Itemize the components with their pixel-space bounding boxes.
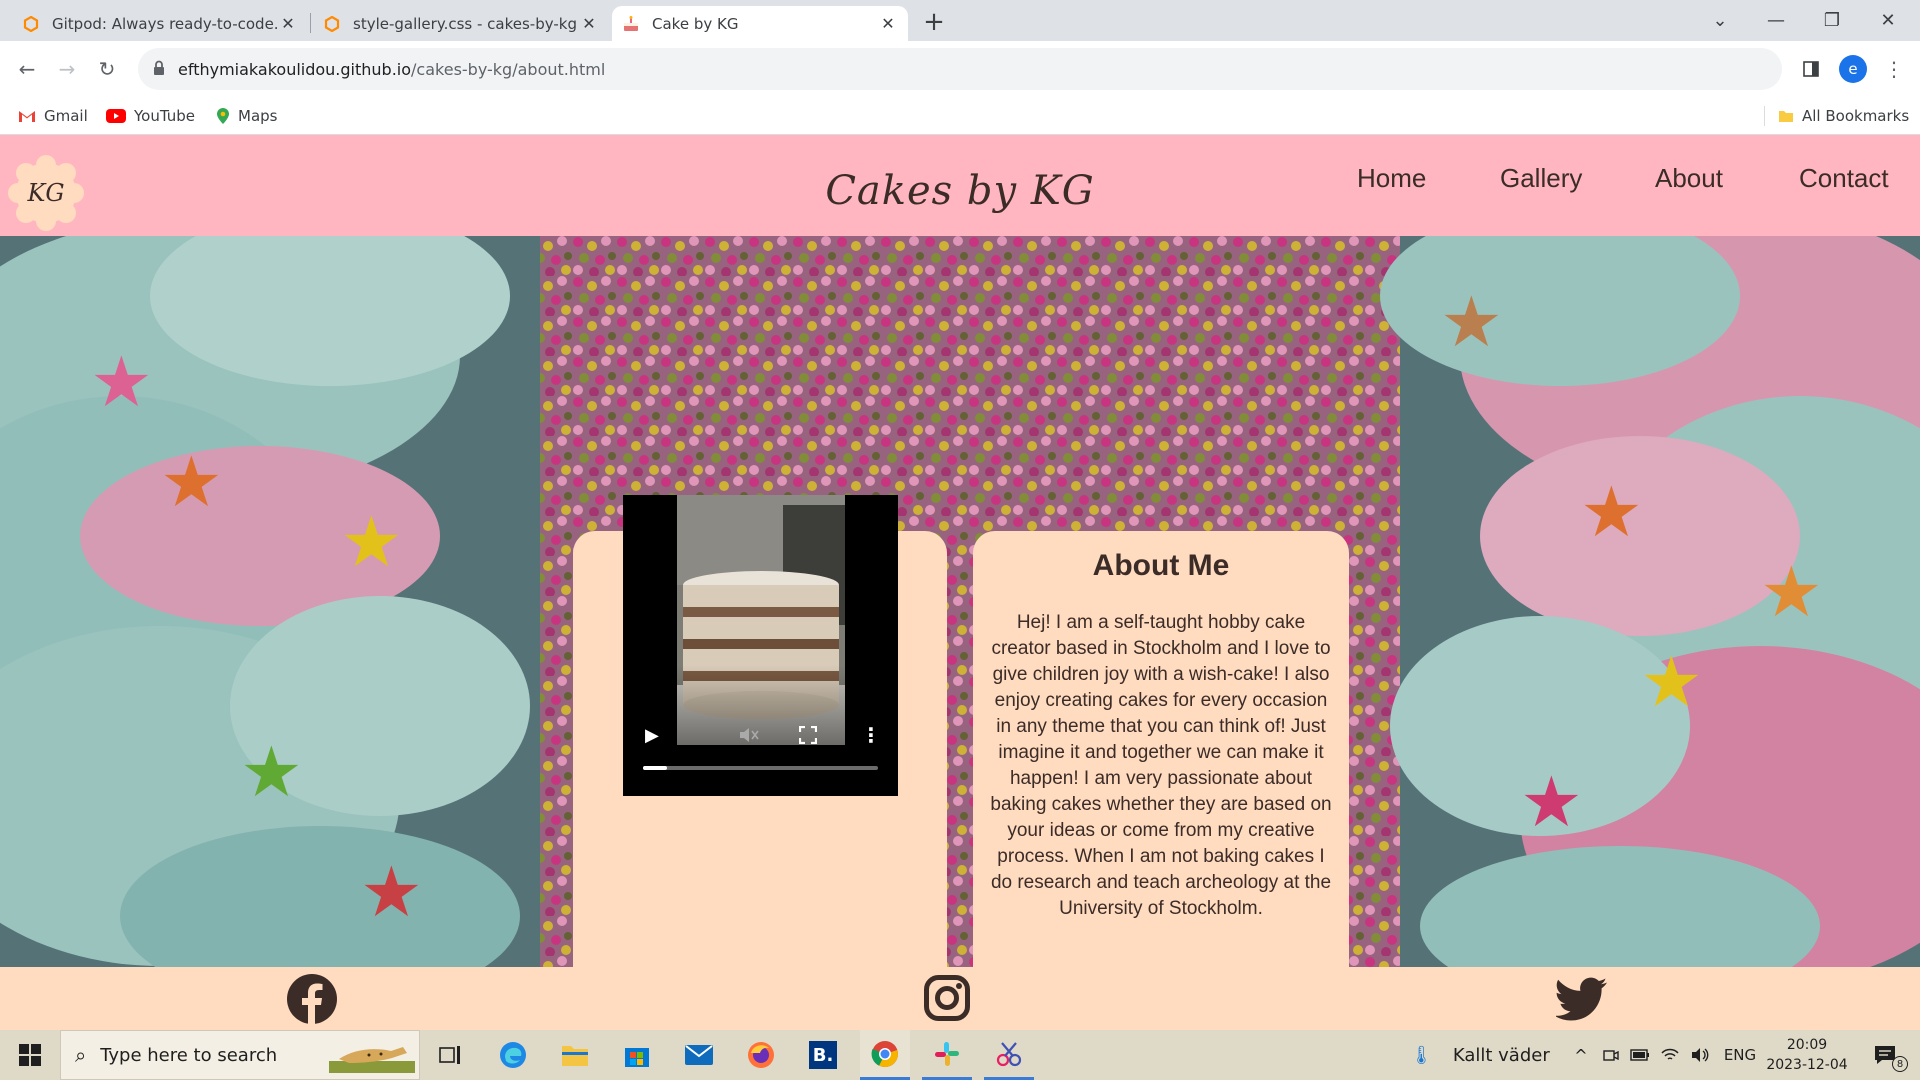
site-brand-title[interactable]: Cakes by KG <box>0 135 1920 236</box>
weather-widget[interactable]: 🌡 Kallt väder <box>1410 1030 1560 1080</box>
weather-text: Kallt väder <box>1452 1044 1550 1066</box>
back-button[interactable]: ← <box>10 52 44 86</box>
lock-icon[interactable] <box>152 60 166 80</box>
windows-taskbar: ⌕ Type here to search B. 🌡 Kallt väder ^… <box>0 1030 1920 1080</box>
tab-cake-by-kg[interactable]: Cake by KG ✕ <box>612 6 908 41</box>
site-logo[interactable]: KG <box>8 155 84 231</box>
battery-icon[interactable] <box>1626 1030 1654 1080</box>
bookmark-gmail[interactable]: Gmail <box>18 97 88 135</box>
tab-title: Gitpod: Always ready-to-code. <box>52 14 278 33</box>
bookmark-label: YouTube <box>134 107 195 125</box>
play-icon[interactable]: ▶ <box>645 725 659 746</box>
forward-button[interactable]: → <box>50 52 84 86</box>
maps-icon <box>216 107 230 125</box>
show-hidden-icons-chevron-icon[interactable]: ^ <box>1568 1030 1594 1080</box>
gitpod-icon <box>22 15 40 33</box>
nav-about[interactable]: About <box>1655 163 1723 194</box>
video-progress-track[interactable] <box>643 766 878 770</box>
logo-text: KG <box>27 179 65 207</box>
close-window-button[interactable]: ✕ <box>1860 0 1916 41</box>
folder-icon <box>1778 108 1794 124</box>
site-footer <box>0 967 1920 1030</box>
url-text[interactable]: efthymiakakoulidou.github.io/cakes-by-kg… <box>178 48 605 90</box>
fullscreen-icon[interactable] <box>798 725 818 748</box>
meet-now-icon[interactable] <box>1598 1030 1624 1080</box>
tab-search-chevron-icon[interactable]: ⌄ <box>1692 0 1748 41</box>
reload-button[interactable]: ↻ <box>90 52 124 86</box>
new-tab-button[interactable]: + <box>920 7 948 37</box>
video-progress-fill <box>643 766 667 770</box>
url-host: efthymiakakoulidou.github.io <box>178 59 412 79</box>
firefox-icon[interactable] <box>736 1030 786 1080</box>
nav-gallery[interactable]: Gallery <box>1500 163 1582 194</box>
booking-app-icon[interactable]: B. <box>798 1030 848 1080</box>
cake-icon <box>622 15 640 33</box>
edge-icon[interactable] <box>488 1030 538 1080</box>
bookmark-maps[interactable]: Maps <box>216 97 277 135</box>
all-bookmarks-button[interactable]: All Bookmarks <box>1778 97 1909 135</box>
url-path: /cakes-by-kg/about.html <box>411 59 606 79</box>
clock-time: 20:09 <box>1786 1037 1828 1053</box>
notification-center-icon[interactable]: 8 <box>1860 1030 1910 1080</box>
about-card: About Me Hej! I am a self-taught hobby c… <box>973 531 1349 967</box>
tab-title: Cake by KG <box>652 14 739 33</box>
address-bar[interactable]: efthymiakakoulidou.github.io/cakes-by-kg… <box>138 48 1782 90</box>
kebab-menu-icon[interactable]: ⋮ <box>1877 52 1911 86</box>
facebook-icon[interactable] <box>286 973 338 1029</box>
browser-tab-strip: Gitpod: Always ready-to-code. ✕ style-ga… <box>0 0 1920 41</box>
tab-title: style-gallery.css - cakes-by-kg - <box>353 14 579 33</box>
bookmark-label: Gmail <box>44 107 88 125</box>
chrome-icon[interactable] <box>860 1030 910 1080</box>
nav-contact[interactable]: Contact <box>1799 163 1889 194</box>
tab-style-gallery[interactable]: style-gallery.css - cakes-by-kg - ✕ <box>313 6 609 41</box>
tab-gitpod[interactable]: Gitpod: Always ready-to-code. ✕ <box>12 6 308 41</box>
hero-background-cake-image: ★ ★ ★ ★ ★ ★ ★ ★ ★ ★ About Me Hej! I am a… <box>0 236 1920 967</box>
volume-icon[interactable] <box>1686 1030 1714 1080</box>
snipping-tool-icon[interactable] <box>984 1030 1034 1080</box>
youtube-icon <box>106 109 126 123</box>
page-viewport: Cakes by KG KG Home Gallery About Contac… <box>0 135 1920 967</box>
file-explorer-icon[interactable] <box>550 1030 600 1080</box>
gitpod-icon <box>323 15 341 33</box>
clock-date: 2023-12-04 <box>1766 1057 1848 1073</box>
gmail-icon <box>18 109 36 123</box>
mail-icon[interactable] <box>674 1030 724 1080</box>
taskbar-search-placeholder: Type here to search <box>100 1044 278 1066</box>
wifi-icon[interactable] <box>1656 1030 1684 1080</box>
restore-button[interactable]: ❐ <box>1804 0 1860 41</box>
slack-icon[interactable] <box>922 1030 972 1080</box>
about-title: About Me <box>1092 549 1230 582</box>
thermometer-icon: 🌡 <box>1410 1044 1433 1066</box>
task-view-icon[interactable] <box>426 1030 474 1080</box>
close-tab-icon[interactable]: ✕ <box>878 14 898 34</box>
about-body-text: Hej! I am a self-taught hobby cake creat… <box>990 612 1332 919</box>
input-language[interactable]: ENG <box>1718 1030 1762 1080</box>
bookmarks-bar: Gmail YouTube Maps All Bookmarks <box>0 97 1920 135</box>
bookmark-youtube[interactable]: YouTube <box>106 97 195 135</box>
profile-avatar[interactable]: e <box>1839 55 1867 83</box>
tab-divider <box>310 13 311 33</box>
video-more-options-icon[interactable]: ⋮ <box>861 723 881 747</box>
side-panel-icon[interactable] <box>1794 52 1828 86</box>
taskbar-clock[interactable]: 20:09 2023-12-04 <box>1764 1030 1850 1080</box>
taskbar-search-box[interactable]: ⌕ Type here to search <box>60 1030 420 1080</box>
twitter-icon[interactable] <box>1554 977 1608 1025</box>
search-highlight-cheetah-icon <box>329 1039 415 1077</box>
instagram-icon[interactable] <box>924 975 970 1025</box>
search-icon: ⌕ <box>75 1043 87 1067</box>
cake-video-player[interactable]: ▶ ⋮ <box>623 495 898 796</box>
notification-count-badge: 8 <box>1892 1056 1908 1072</box>
close-tab-icon[interactable]: ✕ <box>579 14 599 34</box>
all-bookmarks-label: All Bookmarks <box>1802 107 1910 125</box>
mute-icon[interactable] <box>738 725 760 749</box>
bookmarks-divider <box>1764 106 1765 126</box>
site-header: Cakes by KG KG Home Gallery About Contac… <box>0 135 1920 236</box>
minimize-button[interactable]: — <box>1748 0 1804 41</box>
bookmark-label: Maps <box>238 107 278 125</box>
nav-home[interactable]: Home <box>1357 163 1426 194</box>
close-tab-icon[interactable]: ✕ <box>278 14 298 34</box>
windows-start-icon[interactable] <box>0 1030 60 1080</box>
microsoft-store-icon[interactable] <box>612 1030 662 1080</box>
